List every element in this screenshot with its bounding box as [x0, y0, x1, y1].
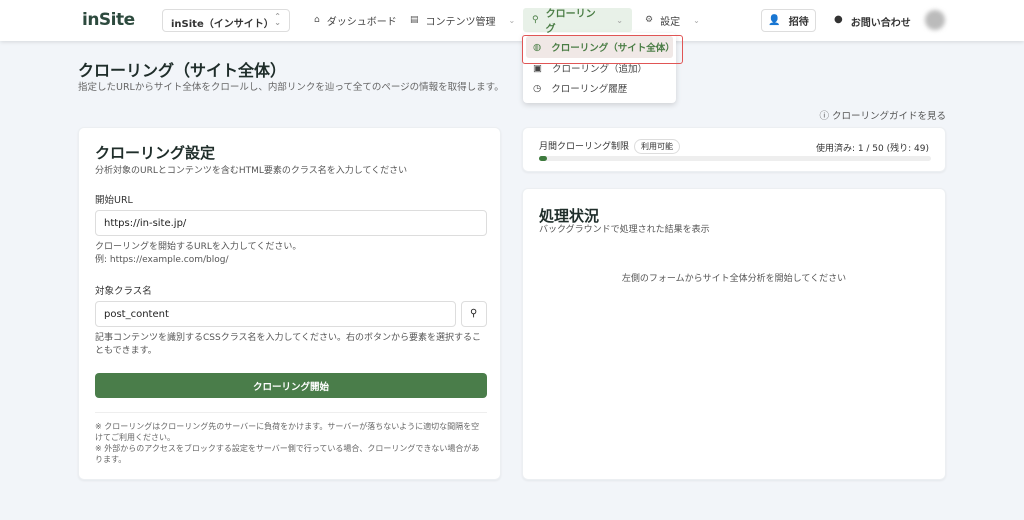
nav-crawling[interactable]: ⚲ クローリング ⌄ [523, 8, 632, 35]
class-help: 記事コンテンツを識別するCSSクラス名を入力してください。右のボタンから要素を選… [95, 333, 481, 356]
document-icon: ▤ [410, 15, 419, 25]
highlight-box [522, 35, 683, 64]
help-icon: ● [834, 14, 843, 25]
settings-subtitle: 分析対象のURLとコンテンツを含むHTML要素のクラス名を入力してください [95, 166, 408, 176]
add-user-icon: 👤 [768, 15, 781, 26]
element-picker-button[interactable]: ⚲ [461, 301, 487, 327]
guide-link[interactable]: ⓘ クローリングガイドを見る [819, 108, 946, 122]
home-icon: ⌂ [314, 15, 320, 25]
avatar[interactable] [925, 10, 945, 30]
usage-progress-bar [539, 156, 931, 161]
class-input[interactable]: post_content [95, 301, 456, 327]
search-icon: ⚲ [470, 308, 478, 319]
start-url-input[interactable]: https://in-site.jp/ [95, 210, 487, 236]
divider [95, 412, 487, 413]
page-subtitle: 指定したURLからサイト全体をクロールし、内部リンクを辿って全てのページの情報を… [78, 82, 504, 93]
top-header: inSite inSite（インサイト） ⌃ ⌄ ⌂ ダッシュボード ▤ コンテンツ管理… [0, 0, 1024, 41]
chevron-down-icon: ⌄ [616, 15, 623, 25]
class-label: 対象クラス名 [95, 286, 152, 297]
question-icon: ⓘ [819, 111, 829, 122]
crawl-settings-card: クローリング設定 分析対象のURLとコンテンツを含むHTML要素のクラス名を入力… [78, 127, 501, 480]
start-crawling-button[interactable]: クローリング開始 [95, 373, 487, 398]
nav-settings[interactable]: ⚙ 設定 ⌄ [636, 8, 709, 32]
limit-label: 月間クローリング制限 利用可能 [539, 139, 681, 154]
settings-title: クローリング設定 [95, 144, 216, 162]
empty-state-text: 左側のフォームからサイト全体分析を開始してください [621, 274, 847, 284]
start-url-help: クローリングを開始するURLを入力してください。 例: https://examp… [95, 242, 302, 265]
status-card: 処理状況 バックグラウンドで処理された結果を表示 左側のフォームからサイト全体分… [522, 188, 946, 480]
chevron-down-icon: ⌄ [508, 15, 516, 25]
page-title: クローリング（サイト全体） [78, 61, 287, 80]
contact-link[interactable]: ● お問い合わせ [834, 14, 911, 29]
logo[interactable]: inSite [82, 10, 135, 30]
usage-text: 使用済み: 1 / 50 (残り: 49) [815, 144, 929, 154]
nav-content[interactable]: ▤ コンテンツ管理 ⌄ [401, 8, 524, 32]
notes: ※ クローリングはクローリング先のサーバーに負荷をかけます。サーバーが落ちないよ… [95, 422, 480, 464]
site-selector[interactable]: inSite（インサイト） ⌃ ⌄ [162, 9, 290, 32]
status-subtitle: バックグラウンドで処理された結果を表示 [539, 225, 710, 235]
monthly-limit-card: 月間クローリング制限 利用可能 使用済み: 1 / 50 (残り: 49) [522, 127, 946, 172]
invite-button[interactable]: 👤 招待 [761, 9, 816, 32]
search-box-icon: ▣ [533, 62, 542, 74]
nav-dashboard[interactable]: ⌂ ダッシュボード [305, 8, 406, 32]
search-icon: ⚲ [532, 15, 539, 25]
menu-item-crawl-history[interactable]: ◷ クローリング履歴 [523, 78, 676, 98]
history-icon: ◷ [533, 82, 542, 94]
status-badge: 利用可能 [634, 139, 681, 154]
gear-icon: ⚙ [645, 15, 654, 25]
chevron-down-icon: ⌄ [693, 15, 700, 25]
updown-icon: ⌃ ⌄ [274, 12, 281, 27]
usage-progress-fill [539, 156, 547, 161]
start-url-label: 開始URL [95, 195, 133, 206]
